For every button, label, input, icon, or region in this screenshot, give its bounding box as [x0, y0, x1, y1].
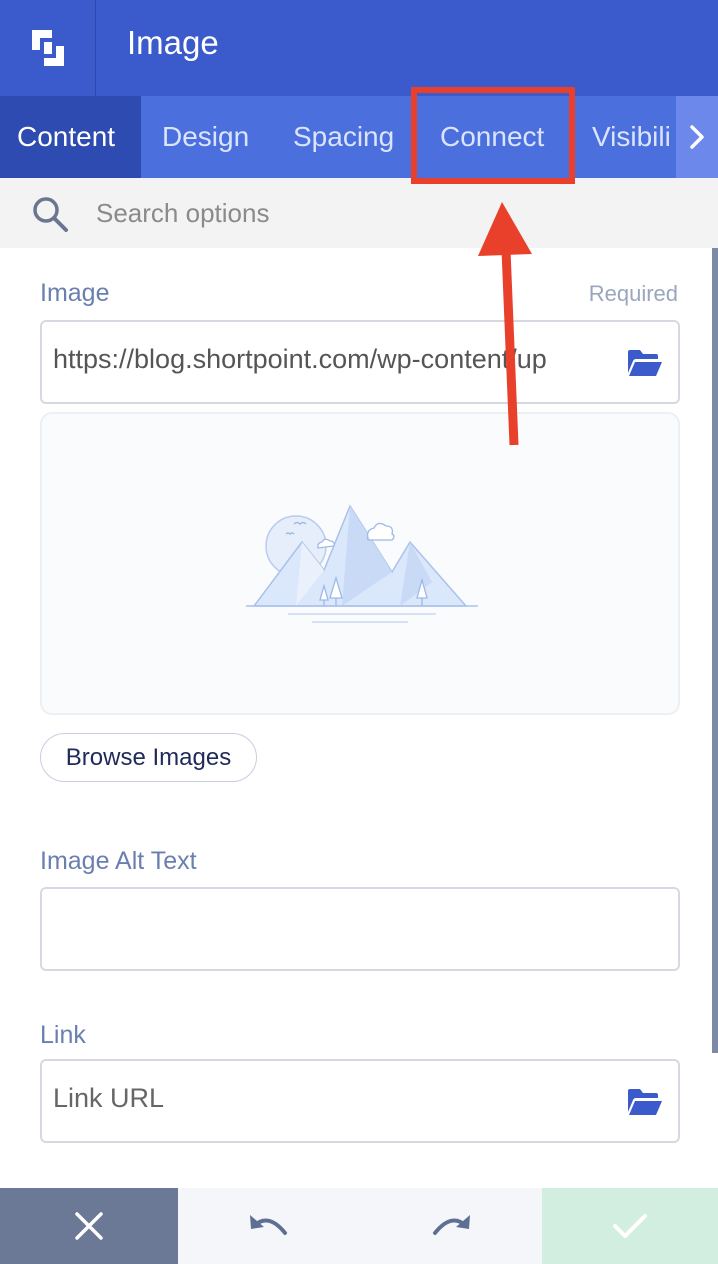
scrollbar[interactable]: [712, 248, 718, 1053]
tab-bar: Content Design Spacing Connect Visibili: [0, 96, 718, 178]
search-bar: [0, 178, 718, 248]
tab-connect[interactable]: Connect: [440, 96, 544, 178]
image-preview: [40, 412, 680, 715]
tab-content[interactable]: Content: [0, 96, 141, 178]
close-icon: [75, 1212, 103, 1240]
link-url-placeholder: Link URL: [53, 1083, 165, 1113]
image-placeholder-icon: [246, 504, 478, 623]
search-input[interactable]: [96, 192, 656, 234]
image-url-field[interactable]: https://blog.shortpoint.com/wp-content/u…: [40, 320, 680, 404]
check-icon: [613, 1214, 647, 1238]
browse-images-button[interactable]: Browse Images: [40, 733, 257, 782]
tab-spacing[interactable]: Spacing: [293, 96, 394, 178]
close-button[interactable]: [0, 1188, 178, 1264]
link-label: Link: [40, 1021, 86, 1049]
image-label: Image: [40, 279, 110, 307]
action-footer: [0, 1188, 718, 1264]
image-url-value: https://blog.shortpoint.com/wp-content/u…: [53, 344, 547, 374]
chevron-right-icon[interactable]: [676, 96, 718, 178]
undo-icon: [250, 1215, 287, 1235]
search-icon: [33, 197, 68, 232]
folder-open-icon[interactable]: [626, 348, 664, 378]
image-alt-text-field[interactable]: [40, 887, 680, 971]
required-label: Required: [588, 281, 678, 306]
link-url-field[interactable]: Link URL: [40, 1059, 680, 1143]
panel-title: Image: [127, 24, 219, 61]
shortpoint-logo-icon[interactable]: [0, 0, 96, 96]
redo-icon: [433, 1215, 470, 1235]
tab-visibility[interactable]: Visibili: [592, 96, 671, 178]
undo-button[interactable]: [178, 1188, 360, 1264]
panel-header: Image: [0, 0, 718, 96]
confirm-button[interactable]: [542, 1188, 718, 1264]
folder-open-icon[interactable]: [626, 1087, 664, 1117]
redo-button[interactable]: [360, 1188, 542, 1264]
tab-design[interactable]: Design: [162, 96, 249, 178]
image-alt-text-label: Image Alt Text: [40, 847, 197, 875]
